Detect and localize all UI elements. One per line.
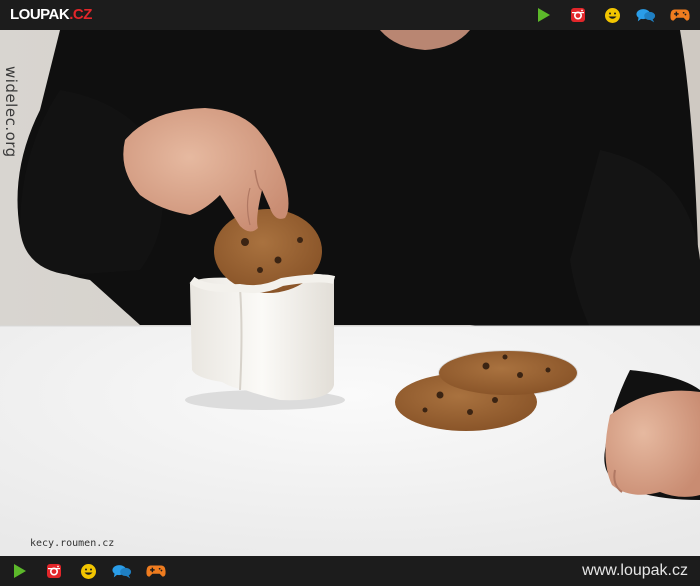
chat-icon[interactable] xyxy=(112,562,132,580)
smiley-icon[interactable] xyxy=(602,6,622,24)
chat-icon[interactable] xyxy=(636,6,656,24)
bottom-bar: www.loupak.cz xyxy=(0,556,700,586)
bottom-watermark: kecy.roumen.cz xyxy=(30,538,115,549)
top-icon-group xyxy=(534,6,690,24)
logo-main: LOUPAK xyxy=(10,6,70,23)
gamepad-icon[interactable] xyxy=(670,6,690,24)
footer-site-link[interactable]: www.loupak.cz xyxy=(582,562,688,580)
logo-tld: CZ xyxy=(72,6,93,23)
play-icon[interactable] xyxy=(10,562,30,580)
cookie-dunk-photo xyxy=(0,30,700,556)
instagram-icon[interactable] xyxy=(44,562,64,580)
top-bar: LOUPAK.CZ xyxy=(0,0,700,30)
smiley-icon[interactable] xyxy=(78,562,98,580)
site-logo[interactable]: LOUPAK.CZ xyxy=(10,6,92,24)
instagram-icon[interactable] xyxy=(568,6,588,24)
bottom-icon-group xyxy=(10,562,166,580)
gamepad-icon[interactable] xyxy=(146,562,166,580)
photo: widelec.org kecy.roumen.cz xyxy=(0,30,700,556)
side-watermark: widelec.org xyxy=(2,66,20,158)
play-icon[interactable] xyxy=(534,6,554,24)
